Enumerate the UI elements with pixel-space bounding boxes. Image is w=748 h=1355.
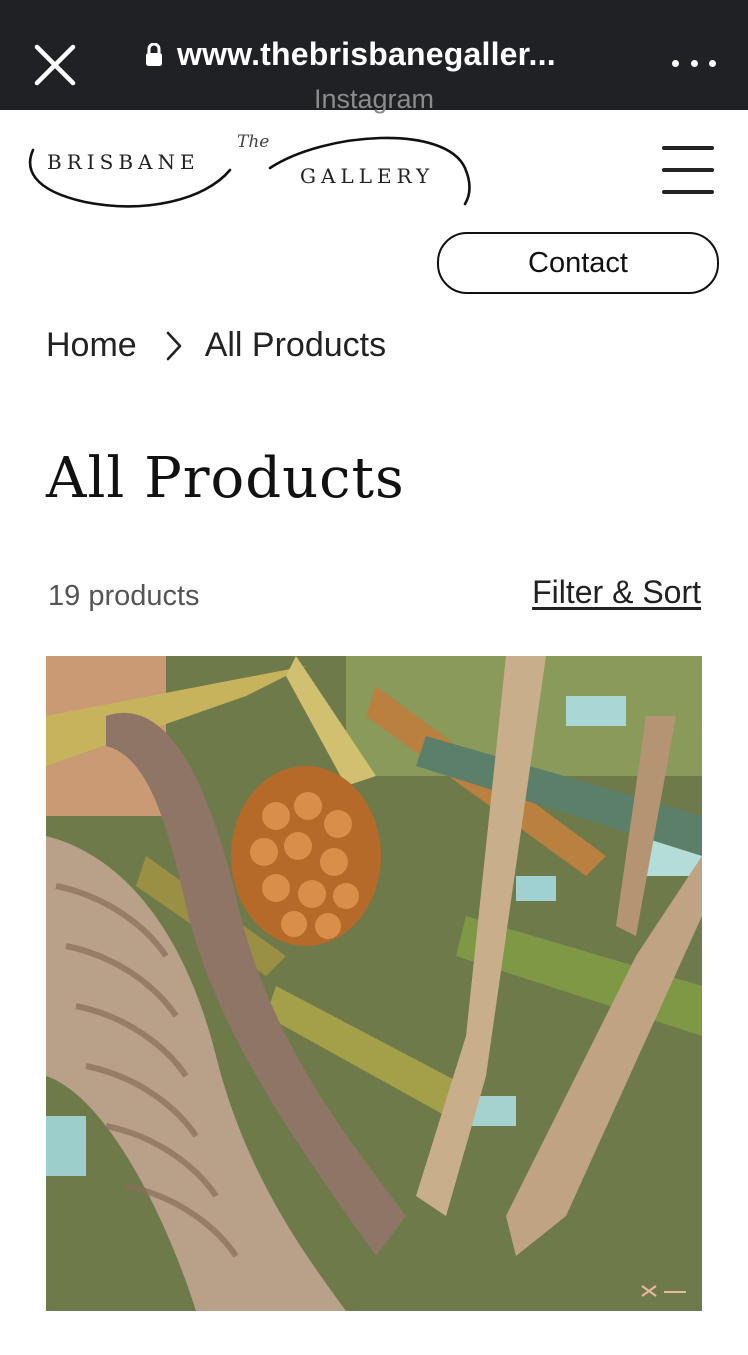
more-horizontal-icon [672, 59, 679, 67]
painting-artwork [46, 656, 702, 1311]
site-logo[interactable]: BRISBANE The GALLERY [25, 128, 485, 218]
logo-word-the: The [237, 132, 270, 152]
logo-word-brisbane: BRISBANE [47, 150, 200, 174]
hamburger-menu-button[interactable] [660, 144, 716, 196]
menu-line [662, 190, 714, 194]
filter-sort-button[interactable]: Filter & Sort [532, 574, 701, 611]
breadcrumb-home-link[interactable]: Home [46, 326, 137, 365]
menu-line [662, 168, 714, 172]
logo-word-gallery: GALLERY [300, 164, 435, 188]
product-image[interactable] [46, 656, 702, 1311]
more-dot [690, 59, 698, 67]
url-bar[interactable]: www.thebrisbanegaller... [145, 36, 556, 73]
page-title: All Products [46, 446, 405, 511]
breadcrumb-current: All Products [204, 326, 387, 364]
more-options-button[interactable] [672, 50, 716, 76]
lock-icon [146, 42, 162, 66]
browser-top-bar: www.thebrisbanegaller... Instagram [0, 0, 748, 114]
product-count: 19 products [48, 580, 200, 612]
close-icon [34, 44, 76, 86]
chevron-right-icon [165, 330, 183, 362]
url-text: www.thebrisbanegaller... [177, 36, 556, 72]
breadcrumb: Home All Products [46, 326, 386, 365]
contact-button[interactable]: Contact [437, 232, 719, 294]
browser-subtitle: Instagram [313, 84, 435, 114]
hamburger-menu-icon [662, 146, 714, 150]
more-dot [709, 59, 716, 67]
